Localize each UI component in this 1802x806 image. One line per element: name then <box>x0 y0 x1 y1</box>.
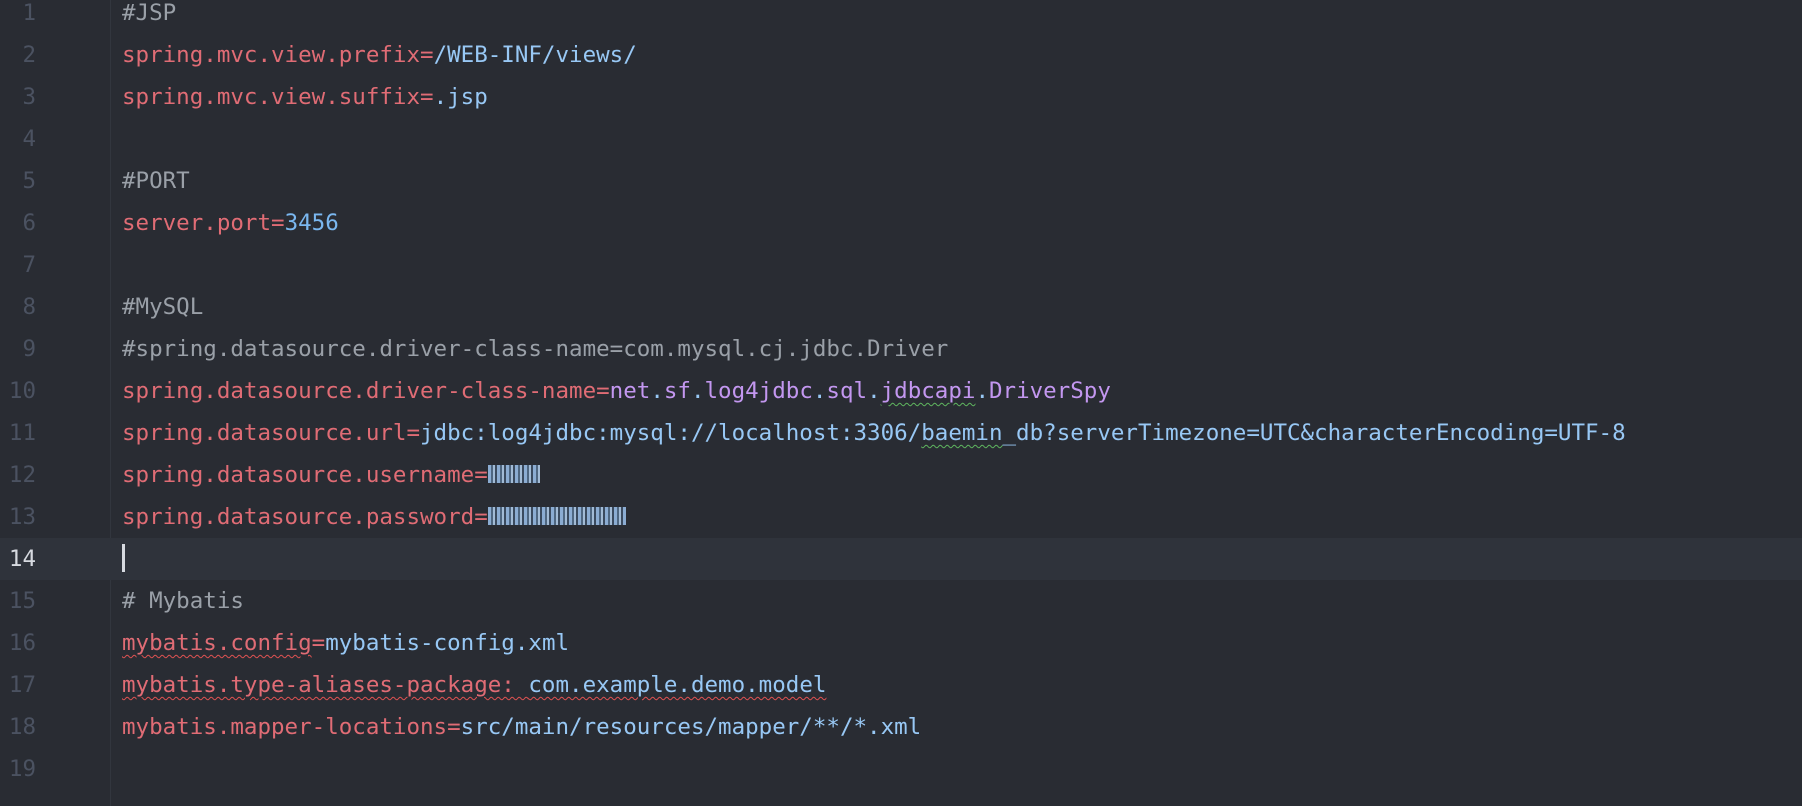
line-number: 13 <box>8 504 36 530</box>
line-number: 4 <box>22 126 36 152</box>
val-token: baemin <box>921 420 1003 446</box>
val-token: jdbc:log4jdbc:mysql://localhost:3306/ <box>420 420 922 446</box>
comment-token: #PORT <box>122 168 190 194</box>
line-content: mybatis.config=mybatis-config.xml <box>122 622 569 664</box>
val-token: .jsp <box>433 84 488 110</box>
val-token: src/main/resources/mapper/**/*.xml <box>460 714 922 740</box>
code-line[interactable]: 9 #spring.datasource.driver-class-name=co… <box>0 328 1802 370</box>
val-token: . <box>690 378 705 404</box>
text-cursor <box>122 543 125 572</box>
comment-token: #MySQL <box>122 294 204 320</box>
key-token: server.port= <box>122 210 285 236</box>
line-content <box>122 538 125 580</box>
line-content: #PORT <box>122 160 190 202</box>
key-token: mybatis.type-aliases-package: <box>122 672 529 698</box>
code-line[interactable]: 16 mybatis.config=mybatis-config.xml <box>0 622 1802 664</box>
line-content: spring.datasource.url=jdbc:log4jdbc:mysq… <box>122 412 1626 454</box>
code-line[interactable]: 18 mybatis.mapper-locations=src/main/reso… <box>0 706 1802 748</box>
line-number: 17 <box>8 672 36 698</box>
redacted-value <box>487 464 540 483</box>
code-line[interactable]: 15 # Mybatis <box>0 580 1802 622</box>
val-token: com.example.demo.model <box>528 672 827 698</box>
line-number: 9 <box>22 336 36 362</box>
key-token: = <box>311 630 326 656</box>
line-number: 10 <box>8 378 36 404</box>
code-line[interactable]: 14 <box>0 538 1802 580</box>
line-content: mybatis.type-aliases-package: com.exampl… <box>122 664 826 706</box>
line-number: 8 <box>22 294 36 320</box>
code-line[interactable]: 1 #JSP <box>0 0 1802 34</box>
line-number: 11 <box>8 420 36 446</box>
key-token: mybatis.config <box>122 630 312 656</box>
comment-token: # Mybatis <box>122 588 244 614</box>
class-token: net <box>609 378 651 404</box>
line-number: 18 <box>8 714 36 740</box>
key-token: spring.datasource.driver-class-name= <box>122 378 610 404</box>
line-number: 7 <box>22 252 36 278</box>
line-number: 2 <box>22 42 36 68</box>
line-number: 15 <box>8 588 36 614</box>
key-token: spring.datasource.username= <box>122 462 488 488</box>
line-content: #spring.datasource.driver-class-name=com… <box>122 328 948 370</box>
code-line[interactable]: 5 #PORT <box>0 160 1802 202</box>
key-token: mybatis.mapper-locations= <box>122 714 461 740</box>
line-content: #MySQL <box>122 286 203 328</box>
key-token: spring.mvc.view.prefix= <box>122 42 434 68</box>
val-token: . <box>812 378 827 404</box>
line-content: server.port=3456 <box>122 202 339 244</box>
key-token: spring.mvc.view.suffix= <box>122 84 434 110</box>
line-number: 5 <box>22 168 36 194</box>
code-line[interactable]: 12 spring.datasource.username= <box>0 454 1802 496</box>
code-line[interactable]: 19 <box>0 748 1802 790</box>
code-line[interactable]: 6 server.port=3456 <box>0 202 1802 244</box>
line-number: 12 <box>8 462 36 488</box>
key-token: spring.datasource.password= <box>122 504 488 530</box>
code-line[interactable]: 13 spring.datasource.password= <box>0 496 1802 538</box>
line-content: # Mybatis <box>122 580 244 622</box>
val-token: _db?serverTimezone=UTC&characterEncoding… <box>1002 420 1626 446</box>
line-content: spring.mvc.view.suffix=.jsp <box>122 76 488 118</box>
val-token: /WEB-INF/views/ <box>433 42 637 68</box>
line-content: spring.datasource.username= <box>122 454 540 496</box>
code-editor[interactable]: 1 #JSP 2 spring.mvc.view.prefix=/WEB-INF/vi… <box>0 0 1802 806</box>
code-line[interactable]: 4 <box>0 118 1802 160</box>
class-token: sql <box>826 378 868 404</box>
class-token: sf <box>663 378 691 404</box>
code-line[interactable]: 17 mybatis.type-aliases-package: com.exam… <box>0 664 1802 706</box>
key-token: spring.datasource.url= <box>122 420 421 446</box>
class-token: jdbcapi <box>880 378 976 404</box>
line-number: 14 <box>8 546 36 572</box>
redacted-value <box>487 506 626 525</box>
code-line[interactable]: 11 spring.datasource.url=jdbc:log4jdbc:my… <box>0 412 1802 454</box>
num-token: 3456 <box>284 210 339 236</box>
val-token: . <box>975 378 989 404</box>
class-token: DriverSpy <box>988 378 1111 404</box>
code-line[interactable]: 2 spring.mvc.view.prefix=/WEB-INF/views/ <box>0 34 1802 76</box>
line-content: spring.mvc.view.prefix=/WEB-INF/views/ <box>122 34 637 76</box>
line-content: spring.datasource.password= <box>122 496 626 538</box>
line-content: spring.datasource.driver-class-name=net.… <box>122 370 1111 412</box>
code-line[interactable]: 10 spring.datasource.driver-class-name=ne… <box>0 370 1802 412</box>
val-token: . <box>650 378 664 404</box>
comment-token: #spring.datasource.driver-class-name=com… <box>122 336 949 362</box>
class-token: log4jdbc <box>704 378 813 404</box>
line-content: #JSP <box>122 0 176 34</box>
line-number: 19 <box>8 756 36 782</box>
code-line[interactable]: 7 <box>0 244 1802 286</box>
code-line[interactable]: 3 spring.mvc.view.suffix=.jsp <box>0 76 1802 118</box>
code-line[interactable]: 8 #MySQL <box>0 286 1802 328</box>
line-content: mybatis.mapper-locations=src/main/resour… <box>122 706 921 748</box>
val-token: mybatis-config.xml <box>325 630 570 656</box>
line-number: 1 <box>22 0 36 26</box>
line-number: 3 <box>22 84 36 110</box>
line-number: 16 <box>8 630 36 656</box>
line-number: 6 <box>22 210 36 236</box>
comment-token: #JSP <box>122 0 177 26</box>
val-token: . <box>867 378 881 404</box>
